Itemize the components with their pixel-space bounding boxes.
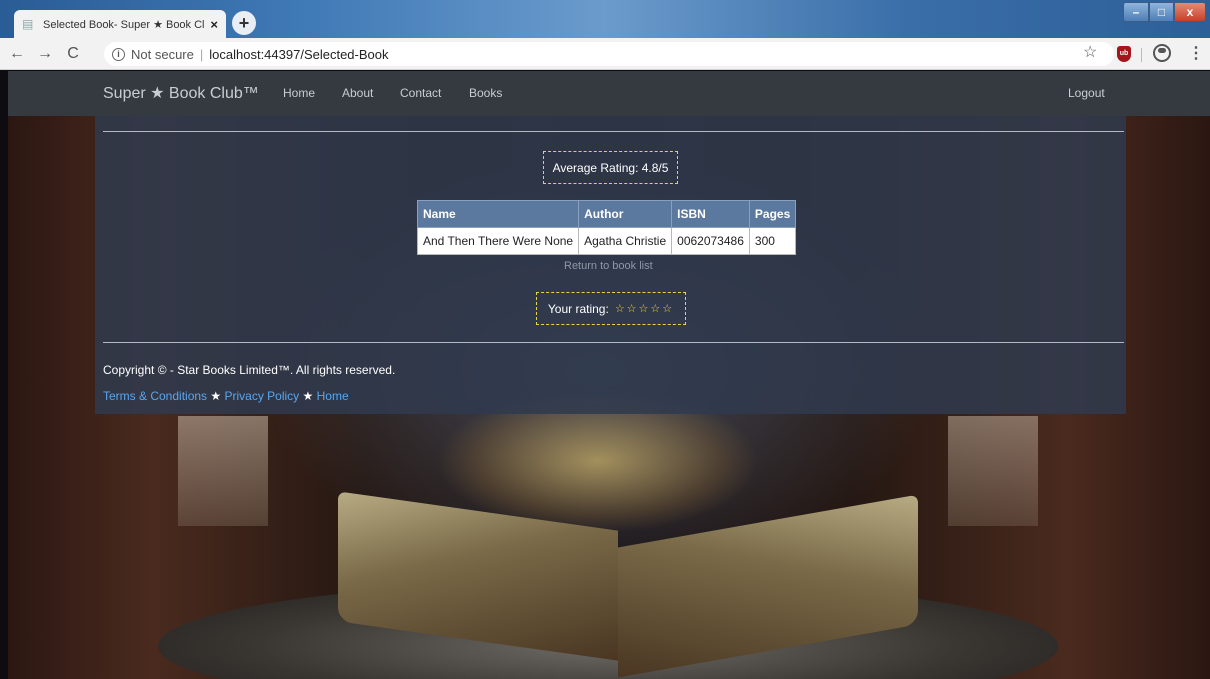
nav-link-home[interactable]: Home	[283, 86, 315, 100]
book-author-cell: Agatha Christie	[578, 227, 673, 255]
book-table: Name Author ISBN Pages And Then There We…	[416, 200, 797, 255]
book-name-cell: And Then There Were None	[416, 227, 580, 255]
table-header-row: Name Author ISBN Pages	[416, 200, 797, 228]
nav-link-about[interactable]: About	[342, 86, 373, 100]
footer-divider	[103, 342, 1124, 343]
address-separator: |	[199, 46, 204, 62]
column-header-isbn: ISBN	[671, 200, 750, 228]
window-close-button[interactable]: x	[1174, 2, 1206, 22]
reload-icon[interactable]: C	[62, 45, 84, 63]
background-window-left	[178, 416, 268, 526]
nav-link-books[interactable]: Books	[469, 86, 502, 100]
book-pages-cell: 300	[748, 227, 797, 255]
nav-link-contact[interactable]: Contact	[400, 86, 441, 100]
average-rating: Average Rating: 4.8/5	[543, 151, 678, 184]
column-header-pages: Pages	[748, 200, 797, 228]
browser-toolbar: ← → C i Not secure | localhost:44397/Sel…	[0, 38, 1210, 70]
new-tab-button[interactable]: +	[232, 11, 256, 35]
table-row: And Then There Were None Agatha Christie…	[416, 227, 797, 255]
forward-arrow-icon[interactable]: →	[34, 45, 56, 63]
page-viewport: Super ★ Book Club™ Home About Contact Bo…	[8, 71, 1210, 679]
your-rating-label: Your rating:	[547, 301, 609, 316]
footer-links: Terms & Conditions ★ Privacy Policy ★ Ho…	[103, 389, 349, 403]
address-bar[interactable]: i Not secure | localhost:44397/Selected-…	[104, 42, 1114, 66]
footer-link-privacy[interactable]: Privacy Policy	[225, 389, 300, 403]
page-favicon-icon: ▤	[22, 17, 34, 31]
footer-separator-star-icon: ★	[210, 389, 222, 403]
logout-link[interactable]: Logout	[1068, 86, 1105, 100]
footer-link-home[interactable]: Home	[317, 389, 349, 403]
rating-stars-icon[interactable]: ☆☆☆☆☆	[615, 302, 674, 315]
toolbar-divider	[1141, 48, 1142, 62]
back-arrow-icon[interactable]: ←	[6, 45, 28, 63]
site-brand[interactable]: Super ★ Book Club™	[103, 83, 259, 103]
your-rating: Your rating: ☆☆☆☆☆	[536, 292, 686, 325]
selected-book-panel: Average Rating: 4.8/5 Name Author ISBN P…	[95, 116, 1126, 414]
browser-menu-icon[interactable]: ⋮	[1188, 43, 1204, 63]
background-window-right	[948, 416, 1038, 526]
book-isbn-cell: 0062073486	[671, 227, 750, 255]
bookmark-star-icon[interactable]: ☆	[1083, 42, 1097, 62]
url-text[interactable]: localhost:44397/Selected-Book	[209, 47, 388, 62]
tab-title: Selected Book- Super ★ Book Cl	[43, 18, 205, 31]
site-navbar: Super ★ Book Club™ Home About Contact Bo…	[8, 71, 1210, 116]
tab-close-icon[interactable]: ×	[210, 17, 218, 32]
browser-tab[interactable]: ▤ Selected Book- Super ★ Book Cl ×	[14, 10, 226, 38]
info-icon[interactable]: i	[112, 47, 125, 61]
ublock-extension-icon[interactable]: ub	[1117, 46, 1131, 62]
window-minimize-button[interactable]: –	[1123, 2, 1149, 22]
window-maximize-button[interactable]: □	[1149, 2, 1174, 22]
footer-separator-star-icon: ★	[302, 389, 314, 403]
column-header-name: Name	[416, 200, 580, 228]
copyright-text: Copyright © - Star Books Limited™. All r…	[103, 363, 396, 377]
return-to-book-list-link[interactable]: Return to book list	[564, 260, 653, 272]
top-divider	[103, 131, 1124, 132]
profile-avatar-icon[interactable]	[1153, 44, 1171, 62]
column-header-author: Author	[578, 200, 673, 228]
footer-link-terms[interactable]: Terms & Conditions	[103, 389, 207, 403]
browser-titlebar: ▤ Selected Book- Super ★ Book Cl × + – □…	[0, 0, 1210, 38]
security-label: Not secure	[131, 46, 194, 62]
